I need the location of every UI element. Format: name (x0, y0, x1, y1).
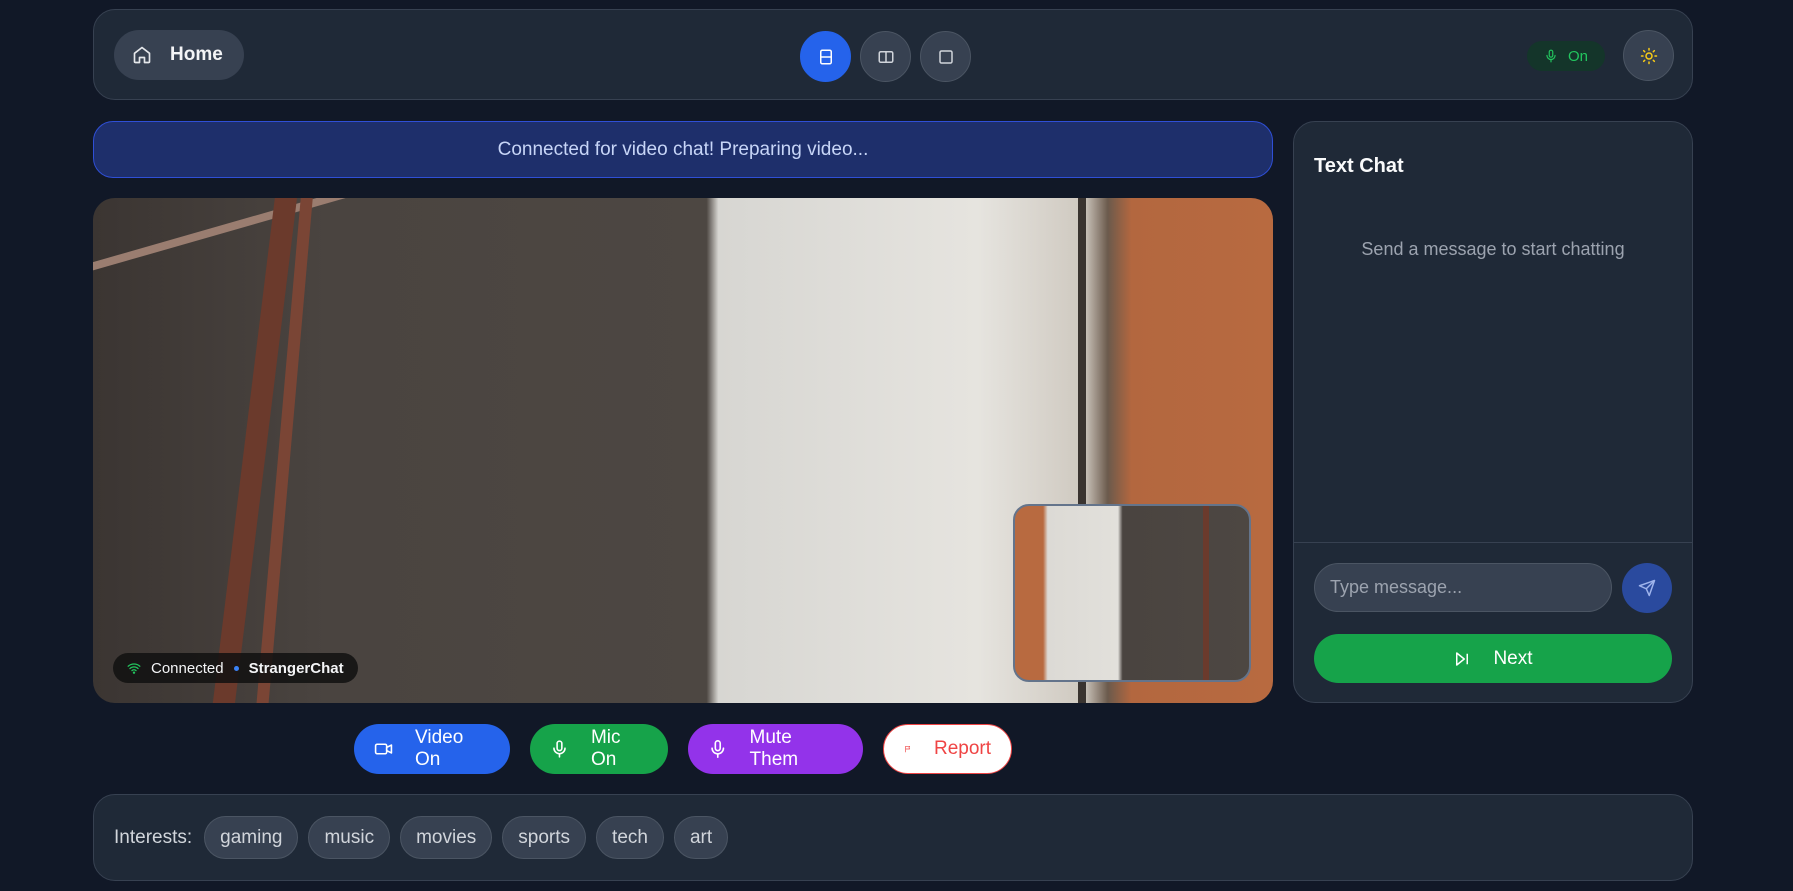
home-icon (133, 46, 151, 64)
mic-status-label: On (1567, 47, 1588, 65)
mic-icon (1546, 49, 1556, 63)
theme-toggle-button[interactable] (1623, 30, 1674, 81)
connection-status-label: Connected (151, 659, 224, 677)
top-toolbar: Home On (93, 9, 1693, 100)
banner-text: Connected for video chat! Preparing vide… (497, 138, 869, 160)
report-button[interactable]: Report (883, 724, 1012, 774)
mic-toggle-label: Mic On (590, 727, 621, 770)
local-video-preview[interactable] (1013, 504, 1251, 682)
connection-status-badge: Connected StrangerChat (113, 653, 358, 683)
call-controls: Video On Mic On Mute Them Report (354, 724, 1012, 774)
report-label: Report (933, 738, 991, 759)
interests-label: Interests: (114, 826, 193, 848)
side-by-side-layout-button[interactable] (860, 31, 911, 82)
next-label: Next (1493, 647, 1533, 669)
video-camera-icon (374, 743, 393, 755)
skip-forward-icon (1456, 651, 1469, 666)
single-layout-icon (938, 49, 953, 64)
home-label: Home (170, 44, 223, 65)
mic-status-badge[interactable]: On (1527, 41, 1605, 71)
video-scene-beam (93, 198, 574, 276)
preview-scene-pole (1203, 506, 1209, 680)
text-chat-panel: Text Chat Send a message to start chatti… (1293, 121, 1693, 703)
remote-video[interactable]: Connected StrangerChat (93, 198, 1273, 703)
next-button[interactable]: Next (1314, 634, 1672, 683)
stacked-layout-button[interactable] (800, 31, 851, 82)
mic-icon (553, 740, 566, 758)
chat-empty-message: Send a message to start chatting (1361, 239, 1625, 259)
side-by-side-layout-icon (878, 50, 893, 63)
interests-bar: Interests: gaming music movies sports te… (93, 794, 1693, 881)
mute-them-button[interactable]: Mute Them (688, 724, 863, 774)
separator-dot (233, 665, 239, 671)
video-toggle-button[interactable]: Video On (354, 724, 510, 774)
sun-icon (1640, 47, 1657, 64)
wifi-icon (127, 663, 141, 674)
stacked-layout-icon (819, 49, 832, 64)
send-button[interactable] (1622, 563, 1672, 613)
chat-title: Text Chat (1314, 155, 1404, 177)
video-toggle-label: Video On (415, 727, 464, 770)
brand-label: StrangerChat (248, 659, 344, 677)
mic-icon (711, 740, 725, 758)
connection-banner: Connected for video chat! Preparing vide… (93, 121, 1273, 178)
interest-chip-art[interactable]: art (673, 816, 729, 859)
interest-chip-music[interactable]: music (308, 816, 391, 859)
single-layout-button[interactable] (920, 31, 971, 82)
send-icon (1638, 579, 1656, 597)
home-button[interactable]: Home (114, 30, 244, 80)
interest-chip-tech[interactable]: tech (596, 816, 664, 859)
interest-chip-movies[interactable]: movies (400, 816, 493, 859)
interest-chip-sports[interactable]: sports (502, 816, 587, 859)
mic-toggle-button[interactable]: Mic On (530, 724, 668, 774)
message-input[interactable] (1314, 563, 1612, 612)
layout-switcher (800, 31, 971, 82)
mute-them-label: Mute Them (749, 727, 799, 770)
flag-icon (905, 746, 910, 753)
divider (1294, 542, 1692, 543)
interest-chip-gaming[interactable]: gaming (204, 816, 299, 859)
